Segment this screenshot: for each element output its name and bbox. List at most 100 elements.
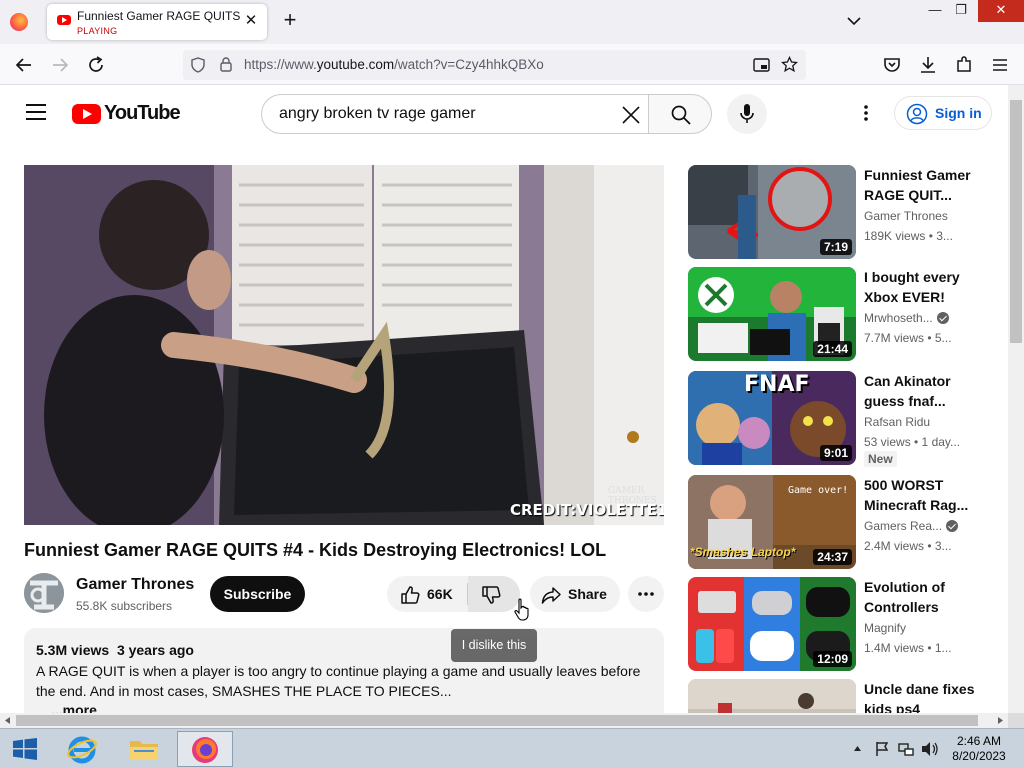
- youtube-favicon-icon: [57, 15, 71, 25]
- taskbar-internet-explorer[interactable]: [54, 731, 110, 767]
- sign-in-button[interactable]: Sign in: [894, 96, 992, 130]
- downloads-icon[interactable]: [917, 54, 939, 76]
- clock-date: 8/20/2023: [952, 749, 1006, 763]
- tab-playing-label: PLAYING: [77, 26, 118, 36]
- subscribe-button[interactable]: Subscribe: [210, 576, 305, 612]
- channel-name[interactable]: Gamer Thrones: [76, 576, 194, 594]
- new-badge: New: [864, 451, 897, 467]
- recommended-title[interactable]: Funniest Gamer RAGE QUIT...: [864, 165, 976, 205]
- recommended-video[interactable]: 7:19 Funniest Gamer RAGE QUIT... Gamer T…: [688, 165, 978, 261]
- youtube-play-icon: [72, 104, 101, 124]
- scroll-right-arrow-icon[interactable]: [996, 716, 1005, 725]
- recommended-video[interactable]: Game over! *Smashes Laptop* 24:37 500 WO…: [688, 475, 978, 571]
- video-thumbnail[interactable]: FNAF 9:01: [688, 371, 856, 465]
- video-thumbnail[interactable]: 7:19: [688, 165, 856, 259]
- thumbnail-caption: FNAF: [744, 372, 810, 397]
- video-player[interactable]: GAMER THRONES CREDIT:VIOLETTE1ST: [24, 165, 664, 525]
- video-thumbnail[interactable]: 21:44: [688, 267, 856, 361]
- scroll-left-arrow-icon[interactable]: [3, 716, 12, 725]
- video-duration: 24:37: [813, 549, 852, 565]
- firefox-view-icon[interactable]: [10, 13, 28, 31]
- forward-arrow-icon[interactable]: [49, 54, 71, 76]
- hand-cursor-icon: [514, 598, 529, 621]
- show-hidden-icons-icon[interactable]: [853, 744, 862, 752]
- video-thumbnail[interactable]: 12:09: [688, 577, 856, 671]
- like-count: 66K: [427, 586, 453, 602]
- like-button[interactable]: 66K: [387, 576, 467, 612]
- verified-check-icon: [936, 312, 949, 324]
- vertical-scrollbar[interactable]: [1008, 85, 1024, 713]
- network-icon[interactable]: [898, 741, 914, 757]
- dislike-tooltip: I dislike this: [451, 629, 537, 662]
- app-menu-icon[interactable]: [989, 54, 1011, 76]
- windows-taskbar: 2:46 AM 8/20/2023: [0, 728, 1024, 768]
- windows-start-icon[interactable]: [12, 738, 38, 760]
- shield-icon[interactable]: [190, 57, 206, 73]
- voice-search-button[interactable]: [727, 94, 767, 134]
- clear-search-icon[interactable]: [620, 104, 642, 126]
- picture-in-picture-icon[interactable]: [753, 57, 770, 73]
- upload-age: 3 years ago: [116, 642, 194, 658]
- video-duration: 7:19: [819, 239, 852, 255]
- recommended-video[interactable]: 12:09 Evolution of Controllers Magnify 1…: [688, 577, 978, 673]
- recommended-title[interactable]: Uncle dane fixes kids ps4: [864, 679, 976, 713]
- taskbar-file-explorer[interactable]: [116, 731, 172, 767]
- horizontal-scroll-thumb[interactable]: [16, 715, 978, 726]
- recommended-video[interactable]: Uncle dane fixes kids ps4: [688, 679, 978, 713]
- back-arrow-icon[interactable]: [13, 54, 35, 76]
- clock-time: 2:46 AM: [956, 734, 1002, 748]
- recommended-channel[interactable]: Gamers Rea...: [864, 519, 959, 533]
- search-button[interactable]: [648, 94, 712, 134]
- recommended-title[interactable]: 500 WORST Minecraft Rag...: [864, 475, 976, 515]
- view-count: 5.3M views: [36, 642, 110, 658]
- recommended-video[interactable]: 21:44 I bought every Xbox EVER! Mrwhoset…: [688, 267, 978, 363]
- recommended-title[interactable]: Evolution of Controllers: [864, 577, 976, 617]
- thumbnail-caption: *Smashes Laptop*: [690, 545, 796, 559]
- video-thumbnail[interactable]: Game over! *Smashes Laptop* 24:37: [688, 475, 856, 569]
- recommended-channel[interactable]: Magnify: [864, 621, 906, 635]
- pocket-icon[interactable]: [881, 54, 903, 76]
- recommended-channel[interactable]: Gamer Thrones: [864, 209, 948, 223]
- lock-icon[interactable]: [218, 56, 234, 72]
- close-window-button[interactable]: ✕: [978, 0, 1024, 22]
- share-arrow-icon: [541, 587, 561, 604]
- settings-kebab-icon[interactable]: [856, 103, 876, 123]
- horizontal-scrollbar[interactable]: [0, 713, 1008, 728]
- hamburger-menu-icon[interactable]: [26, 104, 46, 120]
- tab-close-icon[interactable]: ✕: [243, 13, 259, 29]
- extensions-icon[interactable]: [953, 54, 975, 76]
- recommended-channel[interactable]: Rafsan Ridu: [864, 415, 930, 429]
- recommended-title[interactable]: Can Akinator guess fnaf...: [864, 371, 976, 411]
- recommended-channel[interactable]: Mrwhoseth...: [864, 311, 949, 325]
- recommended-title[interactable]: I bought every Xbox EVER!: [864, 267, 976, 307]
- internet-explorer-icon: [67, 736, 97, 764]
- bookmark-star-icon[interactable]: [781, 56, 798, 73]
- search-query-text[interactable]: angry broken tv rage gamer: [279, 105, 476, 123]
- reload-icon[interactable]: [85, 54, 107, 76]
- action-center-flag-icon[interactable]: [875, 741, 889, 757]
- video-thumbnail[interactable]: [688, 679, 856, 713]
- microphone-icon: [740, 104, 754, 123]
- description-text: A RAGE QUIT is when a player is too angr…: [36, 663, 641, 699]
- system-clock[interactable]: 2:46 AM 8/20/2023: [946, 734, 1012, 764]
- video-credit-overlay: CREDIT:VIOLETTE1ST: [510, 501, 664, 519]
- video-meta: 5.3M views 3 years ago: [36, 642, 194, 658]
- share-button[interactable]: Share: [530, 576, 620, 612]
- browser-tab-active[interactable]: Funniest Gamer RAGE QUITS #4 - Kids Dest…: [47, 4, 267, 40]
- url-bar[interactable]: https://www.youtube.com/watch?v=Czy4hhkQ…: [183, 50, 806, 80]
- video-title: Funniest Gamer RAGE QUITS #4 - Kids Dest…: [24, 540, 607, 560]
- list-all-tabs-icon[interactable]: [845, 12, 863, 30]
- subscriber-count: 55.8K subscribers: [76, 599, 173, 613]
- more-actions-button[interactable]: [628, 576, 664, 612]
- youtube-logo[interactable]: YouTube: [72, 102, 181, 125]
- taskbar-firefox[interactable]: [177, 731, 233, 767]
- url-text[interactable]: https://www.youtube.com/watch?v=Czy4hhkQ…: [244, 57, 544, 72]
- search-input[interactable]: angry broken tv rage gamer: [261, 94, 650, 134]
- channel-avatar[interactable]: [24, 573, 64, 613]
- new-tab-button[interactable]: +: [280, 9, 300, 31]
- restore-window-button[interactable]: ❐: [944, 0, 978, 22]
- volume-icon[interactable]: [921, 741, 939, 757]
- scrollbar-corner: [1008, 713, 1024, 728]
- recommended-video[interactable]: FNAF 9:01 Can Akinator guess fnaf... Raf…: [688, 371, 978, 467]
- vertical-scroll-thumb[interactable]: [1010, 100, 1022, 343]
